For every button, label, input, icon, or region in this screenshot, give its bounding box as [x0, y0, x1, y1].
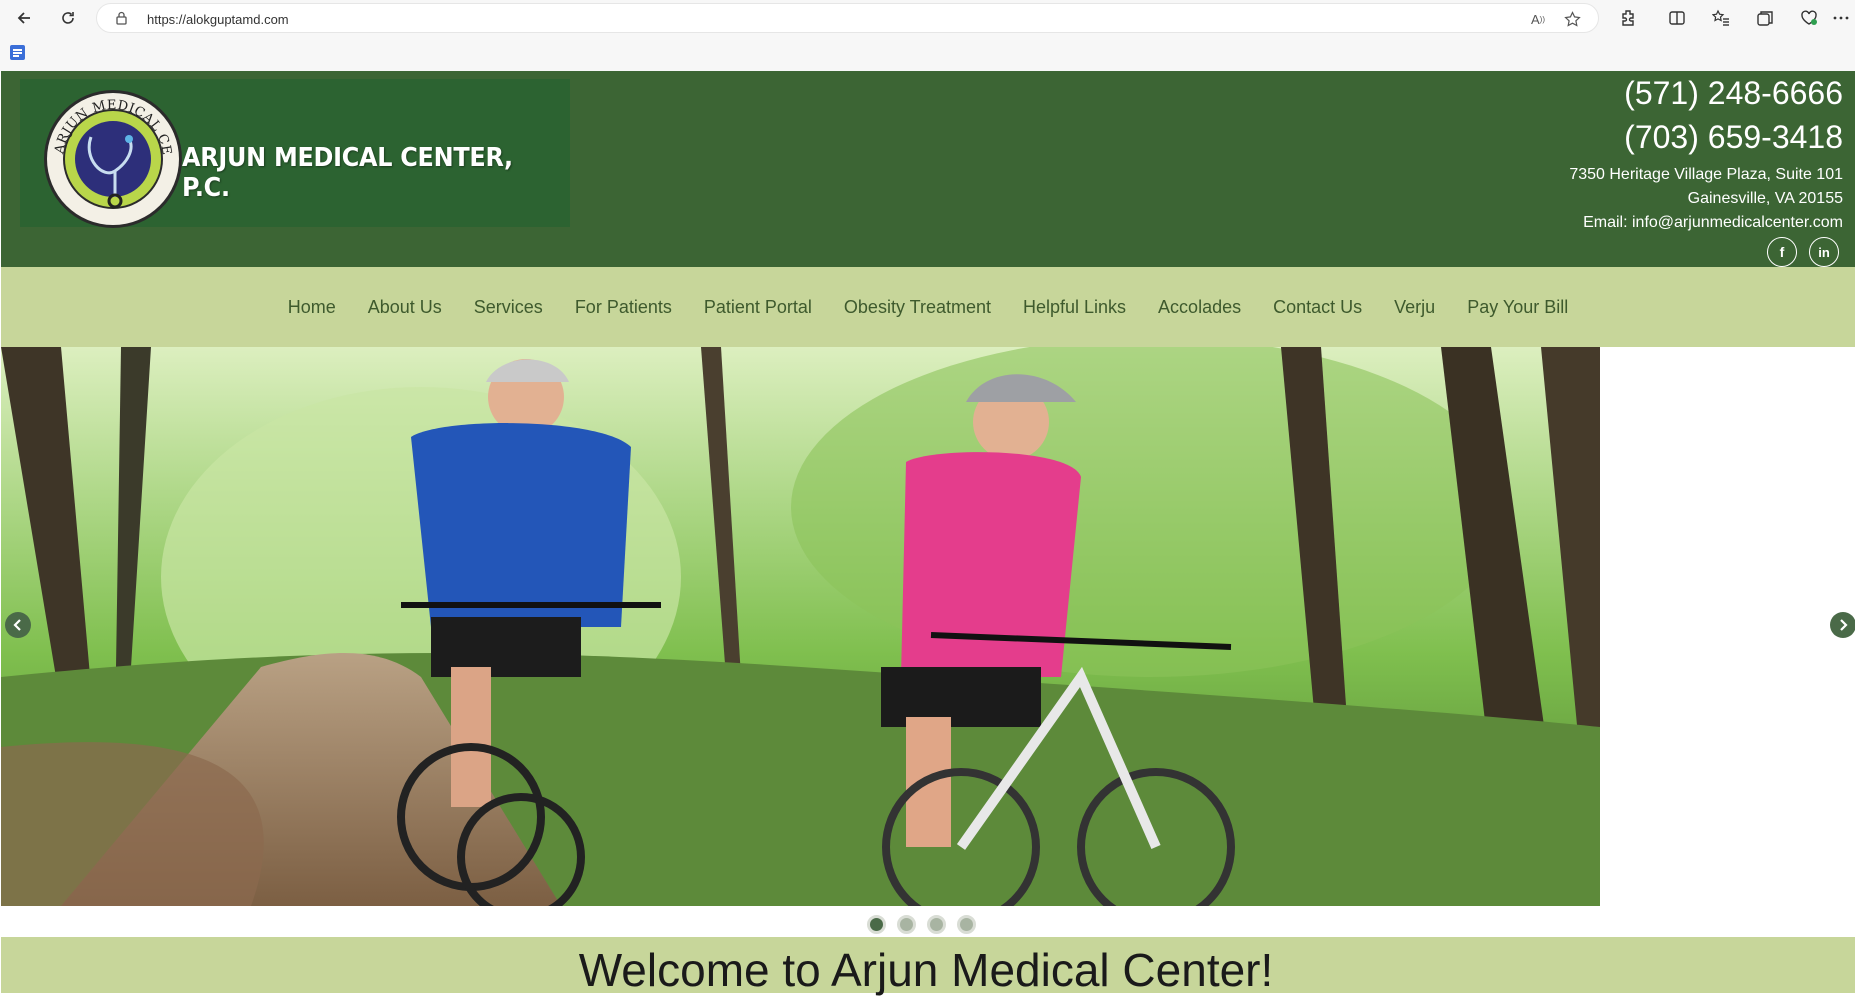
more-menu-icon[interactable]: [1830, 7, 1852, 29]
favorites-icon[interactable]: [1710, 7, 1732, 29]
nav-pay-your-bill[interactable]: Pay Your Bill: [1451, 297, 1584, 318]
social-links: f in: [1767, 237, 1839, 267]
slider-dot-3[interactable]: [927, 915, 946, 934]
browser-toolbar: https://alokguptamd.com A)): [0, 0, 1855, 36]
welcome-title: Welcome to Arjun Medical Center!: [578, 944, 1274, 996]
phone-secondary[interactable]: (703) 659-3418: [1569, 115, 1843, 159]
favorite-star-icon[interactable]: [1562, 10, 1582, 28]
address-line-2: Gainesville, VA 20155: [1687, 190, 1843, 207]
browser-essentials-icon[interactable]: [1798, 7, 1820, 29]
nav-for-patients[interactable]: For Patients: [559, 297, 688, 318]
address-bar[interactable]: https://alokguptamd.com A)): [96, 3, 1599, 33]
nav-accolades[interactable]: Accolades: [1142, 297, 1257, 318]
slider-dot-1[interactable]: [867, 915, 886, 934]
slider-dot-2[interactable]: [897, 915, 916, 934]
nav-services[interactable]: Services: [458, 297, 559, 318]
split-screen-icon[interactable]: [1666, 7, 1688, 29]
favorites-bar: [0, 36, 1855, 71]
read-aloud-icon[interactable]: A)): [1528, 10, 1548, 28]
document-icon[interactable]: [10, 45, 25, 60]
url-text: https://alokguptamd.com: [147, 12, 289, 27]
collections-icon[interactable]: [1754, 7, 1776, 29]
site-header: ARJUN MEDICAL CENTER, P.C. ARJUN MEDICAL…: [1, 71, 1855, 267]
logo-panel: ARJUN MEDICAL CENTER, P.C. ARJUN MEDICAL…: [20, 79, 570, 229]
nav-obesity-treatment[interactable]: Obesity Treatment: [828, 297, 1007, 318]
brand-name[interactable]: ARJUN MEDICAL CENTER, P.C.: [182, 143, 539, 203]
nav-verju[interactable]: Verju: [1378, 297, 1451, 318]
slider-next-arrow[interactable]: [1830, 612, 1855, 638]
facebook-icon[interactable]: f: [1767, 237, 1797, 267]
back-icon[interactable]: [12, 6, 36, 30]
slider-dots: [1, 915, 1855, 934]
nav-about-us[interactable]: About Us: [352, 297, 458, 318]
slide-image-cyclists: [1, 347, 1600, 906]
lock-icon: [115, 11, 128, 31]
linkedin-icon[interactable]: in: [1809, 237, 1839, 267]
logo-seal[interactable]: ARJUN MEDICAL CENTER, P.C.: [43, 89, 183, 229]
nav-home[interactable]: Home: [272, 297, 352, 318]
phone-primary[interactable]: (571) 248-6666: [1569, 71, 1843, 115]
contact-block: (571) 248-6666 (703) 659-3418 7350 Herit…: [1569, 71, 1843, 235]
email-link[interactable]: Email: info@arjunmedicalcenter.com: [1569, 211, 1843, 235]
slider-dot-4[interactable]: [957, 915, 976, 934]
hero-slider: [1, 347, 1855, 934]
slider-prev-arrow[interactable]: [5, 612, 31, 638]
nav-patient-portal[interactable]: Patient Portal: [688, 297, 828, 318]
extensions-icon[interactable]: [1617, 7, 1639, 29]
refresh-icon[interactable]: [56, 6, 80, 30]
main-nav: Home About Us Services For Patients Pati…: [1, 267, 1855, 347]
welcome-banner: Welcome to Arjun Medical Center!: [1, 937, 1855, 996]
nav-helpful-links[interactable]: Helpful Links: [1007, 297, 1142, 318]
address-line-1: 7350 Heritage Village Plaza, Suite 101: [1569, 166, 1843, 183]
nav-contact-us[interactable]: Contact Us: [1257, 297, 1378, 318]
